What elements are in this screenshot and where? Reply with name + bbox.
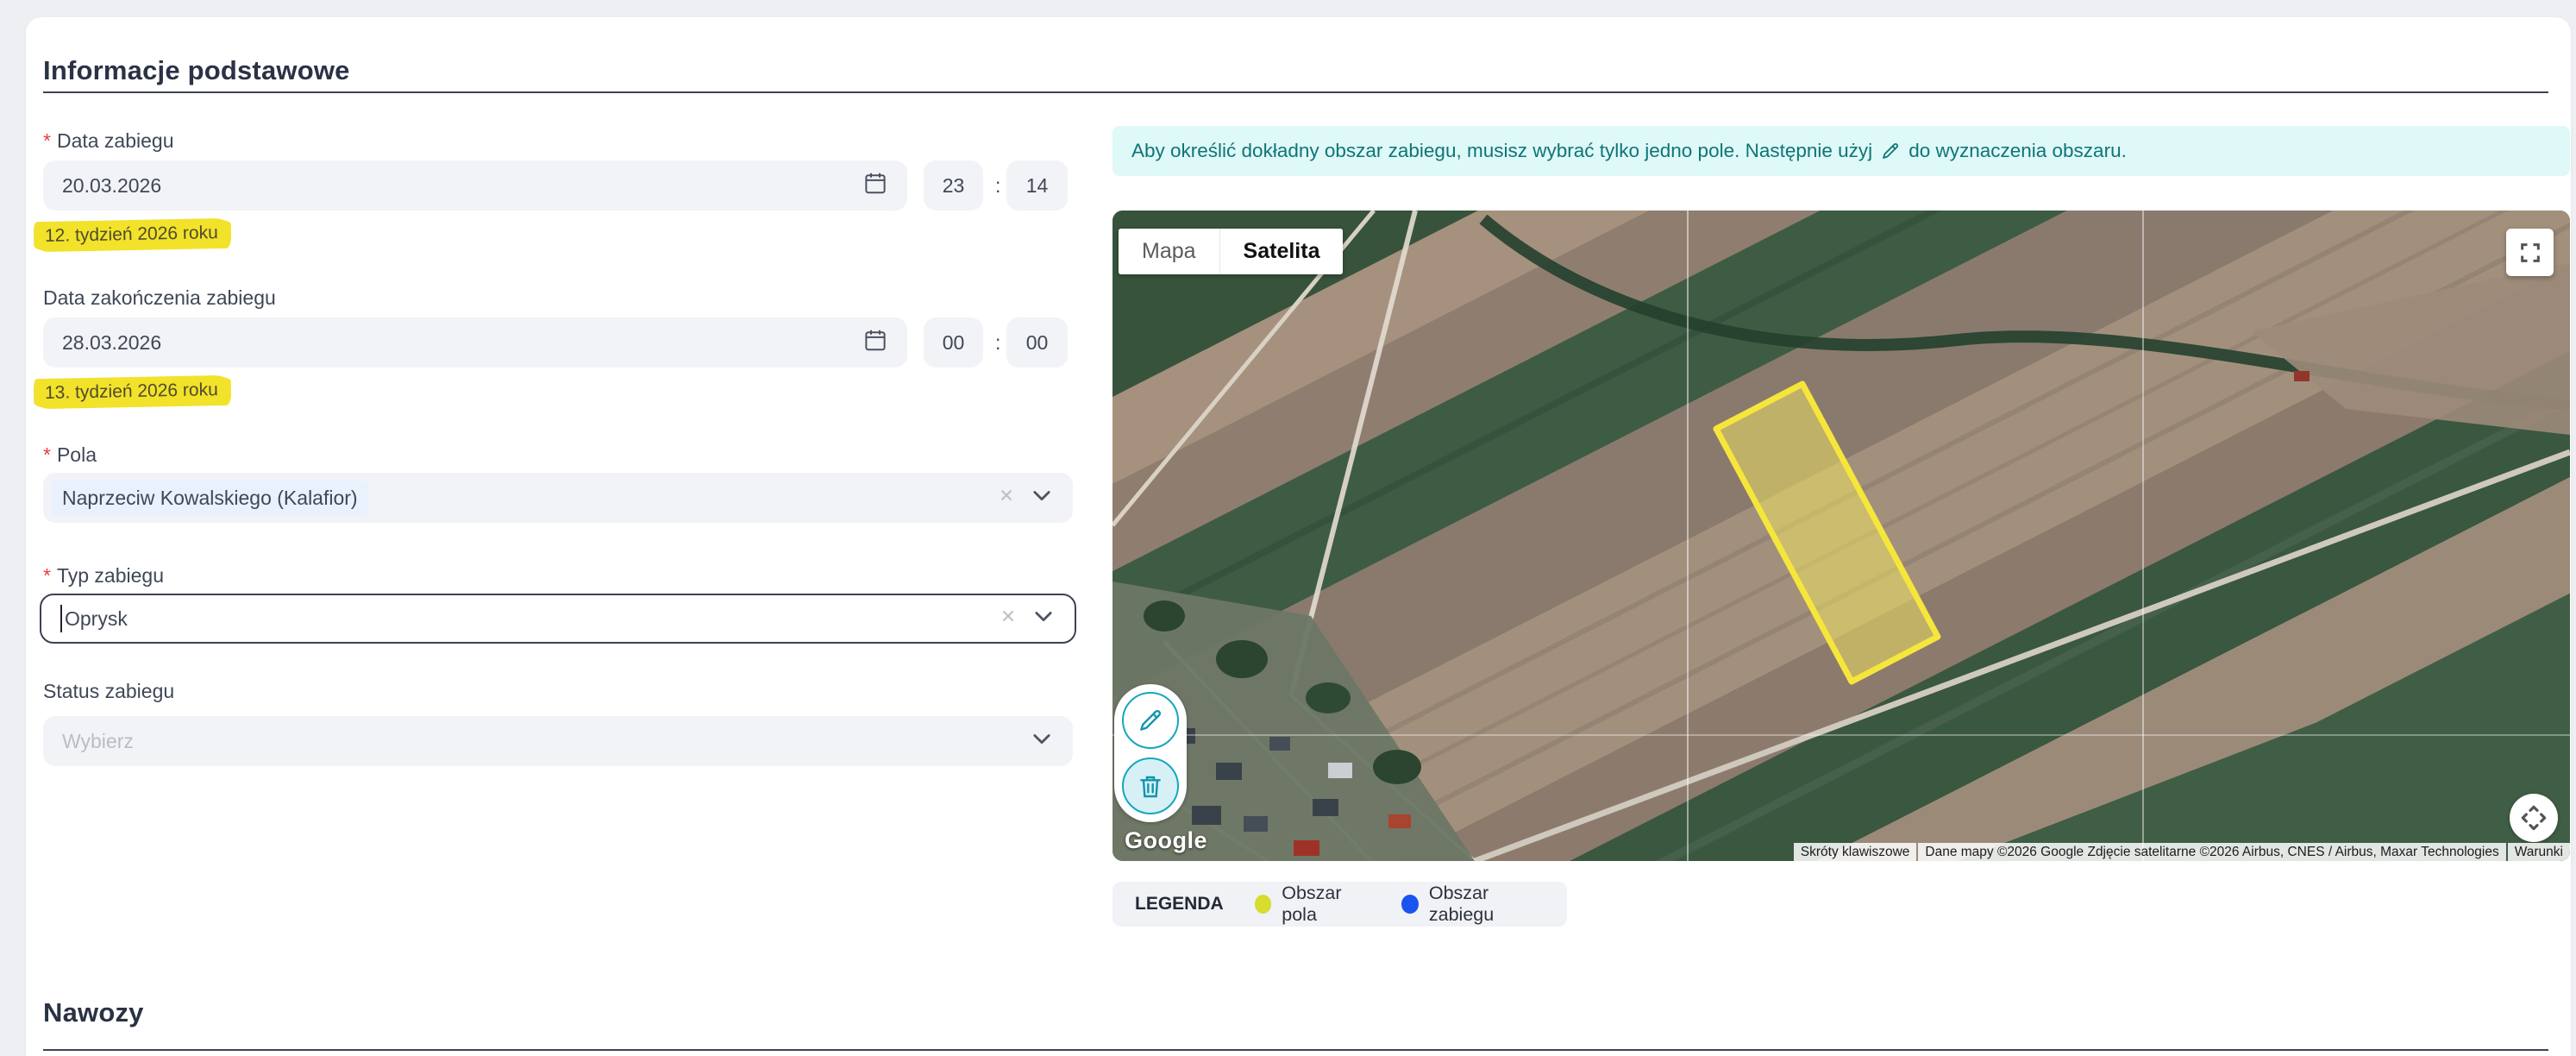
google-logo: Google (1125, 827, 1207, 854)
section-divider (43, 1049, 2548, 1051)
treatment-area-dot-icon (1401, 895, 1419, 914)
satellite-button[interactable]: Satelita (1219, 229, 1344, 274)
section-divider (43, 91, 2548, 93)
start-week-note: 12. tydzień 2026 roku (36, 219, 229, 251)
page: Informacje podstawowe * Data zabiegu 20.… (0, 0, 2576, 1056)
end-date-input[interactable]: 28.03.2026 (43, 317, 907, 368)
start-date-value: 20.03.2026 (62, 174, 862, 198)
time-separator: : (995, 331, 1000, 355)
start-date-label: * Data zabiegu (43, 129, 174, 153)
section-title-basic-info: Informacje podstawowe (43, 55, 350, 86)
fields-label: * Pola (43, 443, 97, 467)
map-type-switch: Mapa Satelita (1119, 229, 1343, 274)
chevron-down-icon[interactable] (1030, 726, 1054, 756)
info-banner: Aby określić dokładny obszar zabiegu, mu… (1113, 126, 2570, 176)
map-data-attribution: Dane mapy ©2026 Google Zdjęcie satelitar… (1918, 843, 2505, 861)
trash-icon (1137, 772, 1164, 800)
keyboard-shortcuts-link[interactable]: Skróty klawiszowe (1794, 843, 1917, 861)
legend-title: LEGENDA (1135, 894, 1224, 915)
end-minute-input[interactable]: 00 (1006, 317, 1068, 368)
treatment-type-label-text: Typ zabiegu (57, 564, 164, 588)
calendar-icon[interactable] (862, 327, 888, 358)
map-legend: LEGENDA Obszar pola Obszar zabiegu (1113, 882, 1567, 927)
satellite-map[interactable]: Mapa Satelita (1113, 211, 2570, 861)
required-marker: * (43, 564, 51, 588)
legend-item-treatment: Obszar zabiegu (1401, 883, 1545, 926)
fields-label-text: Pola (57, 443, 97, 467)
pan-icon (2520, 804, 2548, 832)
fullscreen-button[interactable] (2506, 229, 2554, 276)
end-date-value: 28.03.2026 (62, 331, 862, 355)
info-banner-text-after: do wyznaczenia obszaru. (1908, 140, 2127, 162)
legend-item-label: Obszar zabiegu (1429, 883, 1545, 926)
calendar-icon[interactable] (862, 170, 888, 201)
start-date-label-text: Data zabiegu (57, 129, 174, 153)
start-hour-input[interactable]: 23 (924, 160, 983, 211)
legend-item-label: Obszar pola (1282, 883, 1370, 926)
delete-area-button[interactable] (1122, 757, 1179, 814)
treatment-type-label: * Typ zabiegu (43, 564, 164, 588)
text-cursor (60, 605, 62, 632)
clear-icon[interactable] (997, 486, 1016, 510)
treatment-form-card: Informacje podstawowe * Data zabiegu 20.… (26, 17, 2571, 1056)
fields-selected-value: Naprzeciw Kowalskiego (Kalafior) (52, 481, 368, 516)
fields-select[interactable]: Naprzeciw Kowalskiego (Kalafior) (43, 473, 1073, 523)
end-hour-input[interactable]: 00 (924, 317, 983, 368)
map-button[interactable]: Mapa (1119, 229, 1219, 274)
terms-link[interactable]: Warunki (2508, 843, 2570, 861)
pan-control-button[interactable] (2510, 794, 2558, 842)
start-minute-input[interactable]: 14 (1006, 160, 1068, 211)
required-marker: * (43, 443, 51, 467)
treatment-status-label: Status zabiegu (43, 680, 174, 703)
clear-icon[interactable] (999, 607, 1018, 631)
treatment-status-label-text: Status zabiegu (43, 680, 174, 703)
end-date-label: Data zakończenia zabiegu (43, 286, 276, 310)
section-title-fertilizers: Nawozy (43, 997, 144, 1028)
end-week-note: 13. tydzień 2026 roku (36, 376, 229, 408)
time-separator: : (995, 174, 1000, 198)
map-tools (1114, 684, 1187, 822)
chevron-down-icon[interactable] (1030, 483, 1054, 512)
legend-item-field: Obszar pola (1255, 883, 1371, 926)
treatment-type-select[interactable]: Oprysk (40, 594, 1076, 644)
info-banner-text-before: Aby określić dokładny obszar zabiegu, mu… (1131, 140, 1872, 162)
treatment-type-value: Oprysk (65, 607, 128, 631)
start-date-input[interactable]: 20.03.2026 (43, 160, 907, 211)
pencil-icon (1880, 141, 1901, 161)
draw-area-button[interactable] (1122, 692, 1179, 749)
map-attribution: Skróty klawiszowe Dane mapy ©2026 Google… (1792, 843, 2570, 861)
treatment-status-select[interactable]: Wybierz (43, 716, 1073, 766)
required-marker: * (43, 129, 51, 153)
fullscreen-icon (2518, 241, 2542, 265)
field-area-dot-icon (1255, 895, 1272, 914)
satellite-imagery (1113, 211, 2570, 861)
end-date-label-text: Data zakończenia zabiegu (43, 286, 276, 310)
pencil-icon (1137, 707, 1164, 734)
chevron-down-icon[interactable] (1031, 604, 1056, 633)
treatment-status-placeholder: Wybierz (62, 730, 134, 753)
